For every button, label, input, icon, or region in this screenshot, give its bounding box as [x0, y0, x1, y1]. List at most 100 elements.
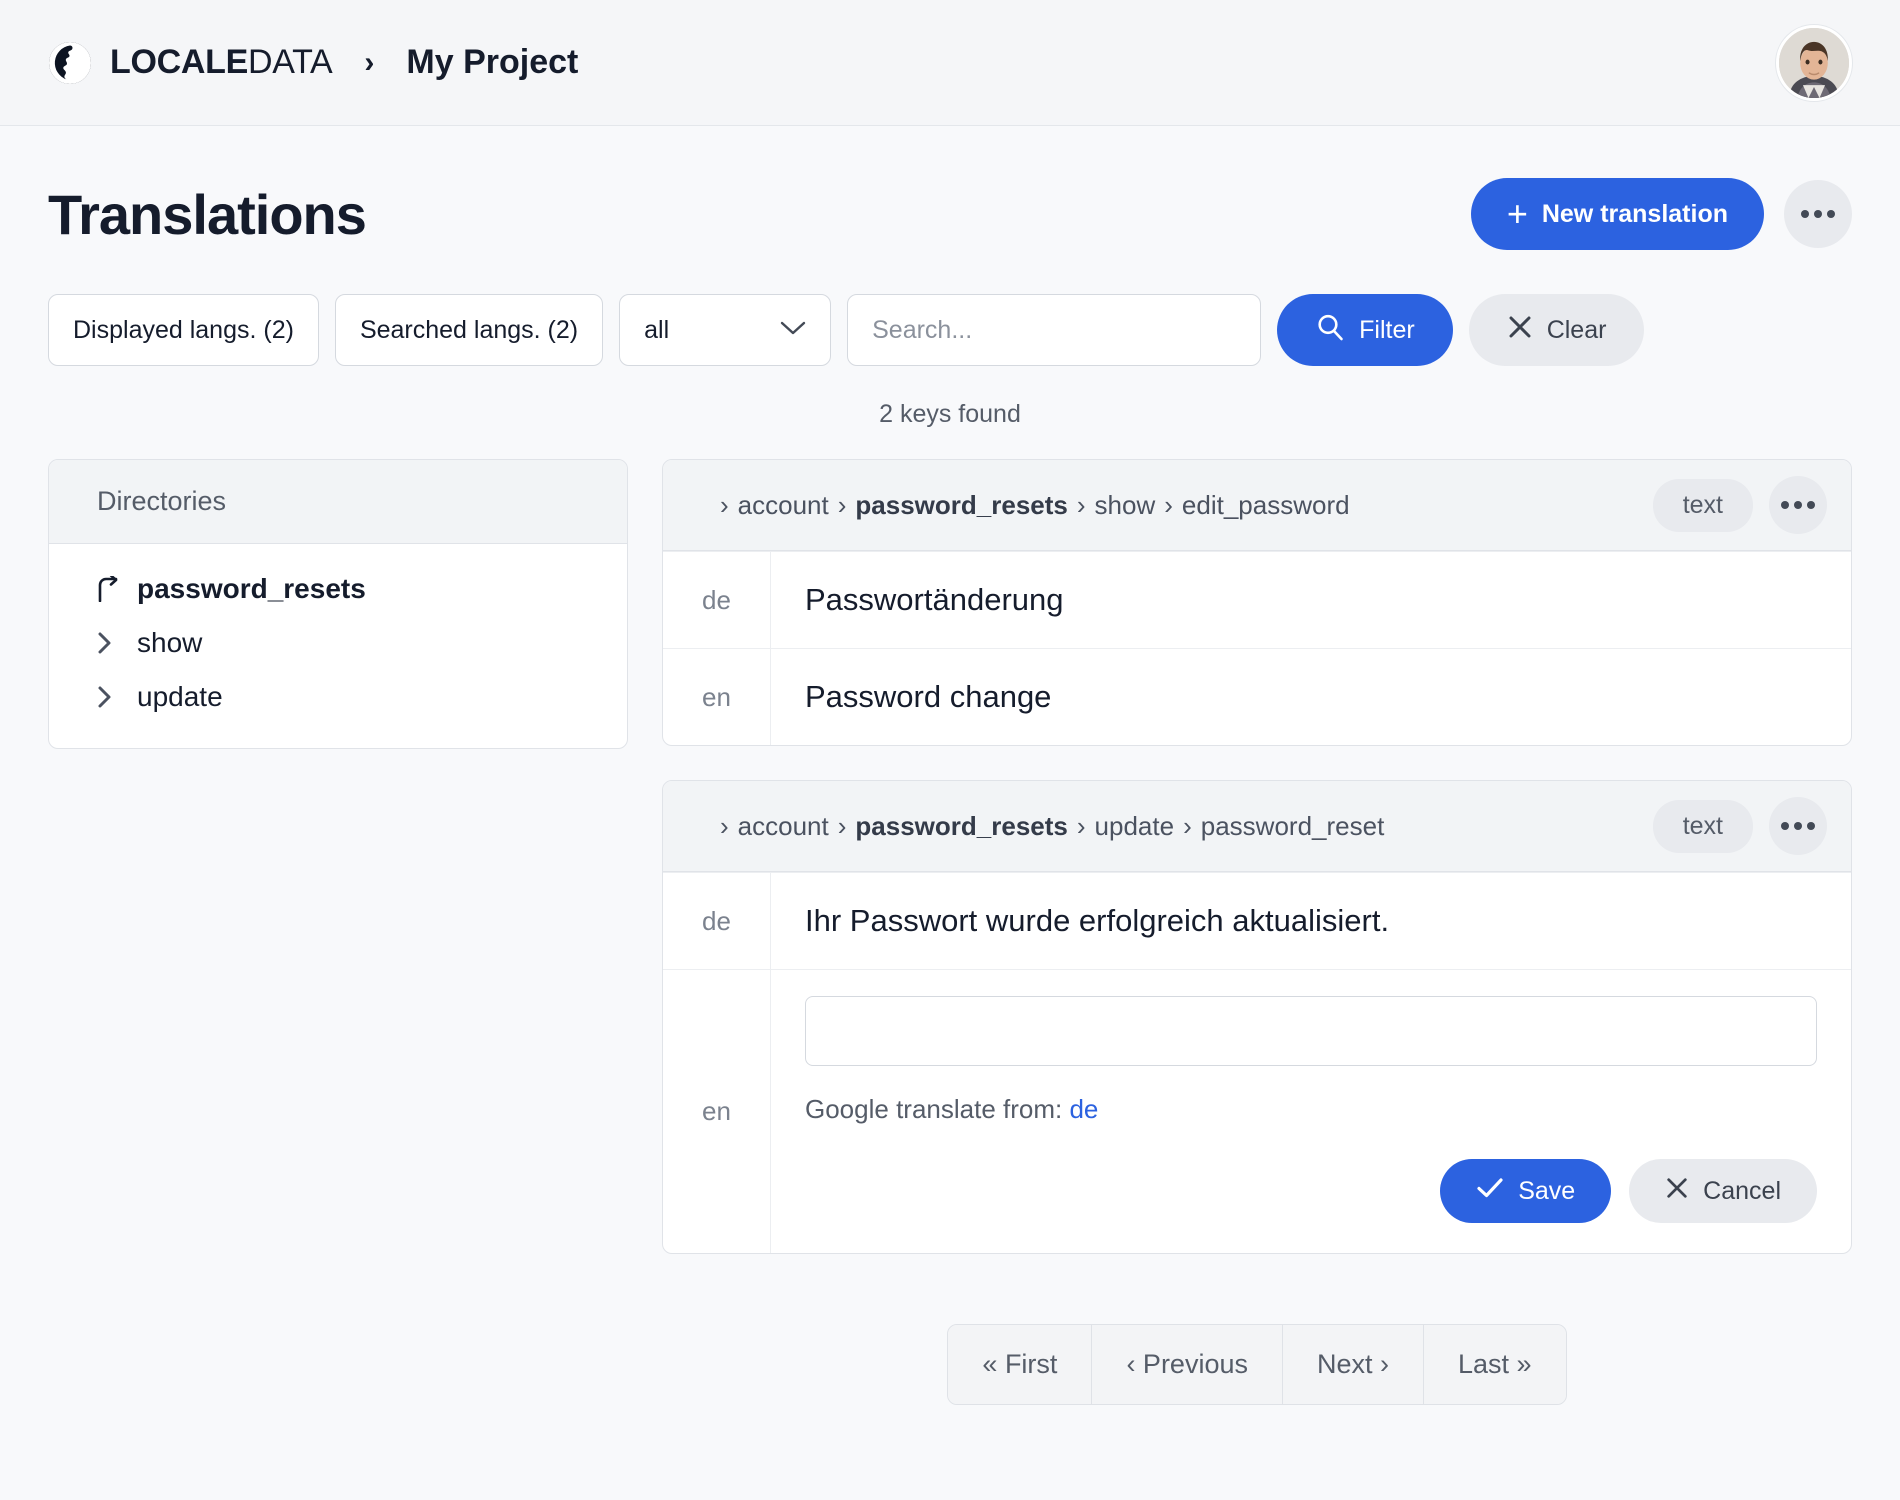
breadcrumb-segment[interactable]: account: [738, 811, 829, 842]
pagination-next-button[interactable]: Next ›: [1282, 1325, 1424, 1404]
language-code: en: [663, 970, 771, 1253]
translation-row-editing: en Google translate from: de Save Cancel: [663, 969, 1851, 1253]
ellipsis-icon: [1781, 501, 1815, 509]
breadcrumb-segment[interactable]: edit_password: [1182, 490, 1350, 521]
breadcrumb-segment[interactable]: show: [1095, 490, 1156, 521]
chevron-right-icon: ›: [1076, 489, 1086, 520]
translation-card-actions: text: [1652, 476, 1827, 534]
language-code: en: [663, 649, 771, 745]
save-button[interactable]: Save: [1440, 1159, 1612, 1223]
ellipsis-icon: [1801, 210, 1835, 218]
breadcrumb-segment[interactable]: password_reset: [1201, 811, 1385, 842]
cancel-button[interactable]: Cancel: [1629, 1159, 1817, 1223]
brand-name[interactable]: LOCALE DATA: [110, 43, 333, 82]
close-icon: [1665, 1176, 1689, 1207]
plus-icon: +: [1506, 193, 1528, 234]
status-badge: text: [1652, 799, 1753, 853]
save-label: Save: [1518, 1176, 1576, 1205]
translation-card: › account › password_resets › update › p…: [662, 780, 1852, 1254]
scope-select[interactable]: all: [619, 294, 832, 366]
translation-input[interactable]: [805, 996, 1817, 1066]
key-breadcrumb[interactable]: › account › password_resets › update › p…: [711, 811, 1384, 842]
pagination-previous-button[interactable]: ‹ Previous: [1092, 1325, 1283, 1404]
searched-langs-button[interactable]: Searched langs. (2): [334, 294, 604, 366]
directory-item-label: update: [137, 681, 223, 712]
new-translation-label: New translation: [1541, 199, 1728, 228]
directory-item-password_resets[interactable]: password_resets: [49, 562, 627, 616]
translation-value[interactable]: Passwortänderung: [771, 552, 1851, 648]
check-icon: [1476, 1176, 1504, 1207]
brand-name-light: DATA: [247, 43, 333, 81]
translation-value[interactable]: Ihr Passwort wurde erfolgreich aktualisi…: [771, 873, 1851, 969]
chevron-right-icon: ›: [837, 489, 847, 520]
translation-row: en Password change: [663, 648, 1851, 745]
chevron-right-icon: ›: [1076, 810, 1086, 841]
search-input[interactable]: [872, 315, 1237, 345]
chevron-down-icon: [780, 319, 806, 342]
displayed-langs-button[interactable]: Displayed langs. (2): [48, 294, 319, 366]
translation-value[interactable]: Password change: [771, 649, 1851, 745]
directory-item-update[interactable]: update: [49, 670, 627, 724]
displayed-langs-label: Displayed langs. (2): [73, 315, 294, 344]
pagination-last-button[interactable]: Last »: [1424, 1325, 1566, 1404]
directories-list: password_resets show update: [49, 544, 627, 748]
translation-card-more-button[interactable]: [1769, 797, 1827, 855]
pagination-first-button[interactable]: « First: [948, 1325, 1093, 1404]
arrow-up-left-icon: [97, 576, 119, 602]
chevron-right-icon: [97, 685, 119, 709]
translation-card-more-button[interactable]: [1769, 476, 1827, 534]
scope-select-value: all: [644, 315, 670, 344]
search-field[interactable]: [847, 294, 1262, 366]
page-more-options-button[interactable]: [1784, 180, 1852, 248]
filter-button[interactable]: Filter: [1277, 294, 1453, 366]
brand-name-strong: LOCALE: [110, 43, 248, 81]
close-icon: [1507, 314, 1533, 347]
translation-row: de Ihr Passwort wurde erfolgreich aktual…: [663, 872, 1851, 969]
directories-title: Directories: [49, 460, 627, 544]
breadcrumb-segment[interactable]: password_resets: [855, 490, 1067, 521]
chevron-right-icon: ›: [720, 810, 729, 841]
breadcrumb-segment[interactable]: update: [1095, 811, 1175, 842]
pagination: « First ‹ Previous Next › Last »: [662, 1324, 1852, 1405]
google-translate-line: Google translate from: de: [805, 1094, 1817, 1125]
globe-icon: [48, 41, 92, 85]
clear-button[interactable]: Clear: [1468, 294, 1645, 366]
status-badge: text: [1652, 478, 1753, 532]
chevron-right-icon: ›: [837, 810, 847, 841]
page-header-actions: + New translation: [1470, 178, 1852, 250]
directory-item-label: password_resets: [137, 573, 366, 604]
filter-bar: Displayed langs. (2) Searched langs. (2)…: [48, 294, 1852, 366]
project-name[interactable]: My Project: [406, 43, 578, 82]
directory-item-show[interactable]: show: [49, 616, 627, 670]
breadcrumb-segment[interactable]: account: [738, 490, 829, 521]
filter-label: Filter: [1359, 315, 1415, 344]
new-translation-button[interactable]: + New translation: [1470, 178, 1764, 250]
google-translate-source-link[interactable]: de: [1069, 1094, 1098, 1124]
page-header: Translations + New translation: [48, 178, 1852, 250]
chevron-right-icon: ›: [1164, 489, 1173, 520]
translation-row: de Passwortänderung: [663, 551, 1851, 648]
top-bar: LOCALE DATA › My Project: [0, 0, 1900, 126]
chevron-right-icon: ›: [364, 45, 375, 79]
chevron-right-icon: ›: [1183, 810, 1192, 841]
chevron-right-icon: ›: [720, 489, 729, 520]
key-breadcrumb[interactable]: › account › password_resets › show › edi…: [711, 490, 1350, 521]
language-code: de: [663, 552, 771, 648]
translation-card-header: › account › password_resets › update › p…: [663, 781, 1851, 872]
searched-langs-label: Searched langs. (2): [359, 315, 579, 344]
ellipsis-icon: [1781, 822, 1815, 830]
clear-label: Clear: [1546, 315, 1607, 344]
translation-keys-list: › account › password_resets › show › edi…: [662, 459, 1852, 1405]
directory-item-label: show: [137, 627, 203, 658]
translation-card-header: › account › password_resets › show › edi…: [663, 460, 1851, 551]
google-translate-label: Google translate from:: [805, 1094, 1063, 1124]
edit-actions: Save Cancel: [805, 1159, 1817, 1223]
translation-edit-cell: Google translate from: de Save Cancel: [771, 970, 1851, 1253]
keys-found-status: 2 keys found: [879, 400, 1021, 428]
directories-panel: Directories password_resets show update: [48, 459, 628, 749]
language-code: de: [663, 873, 771, 969]
breadcrumb-segment[interactable]: password_resets: [855, 811, 1067, 842]
breadcrumb: LOCALE DATA › My Project: [48, 41, 578, 85]
content-area: Directories password_resets show update …: [48, 459, 1852, 1405]
avatar[interactable]: [1776, 24, 1852, 101]
